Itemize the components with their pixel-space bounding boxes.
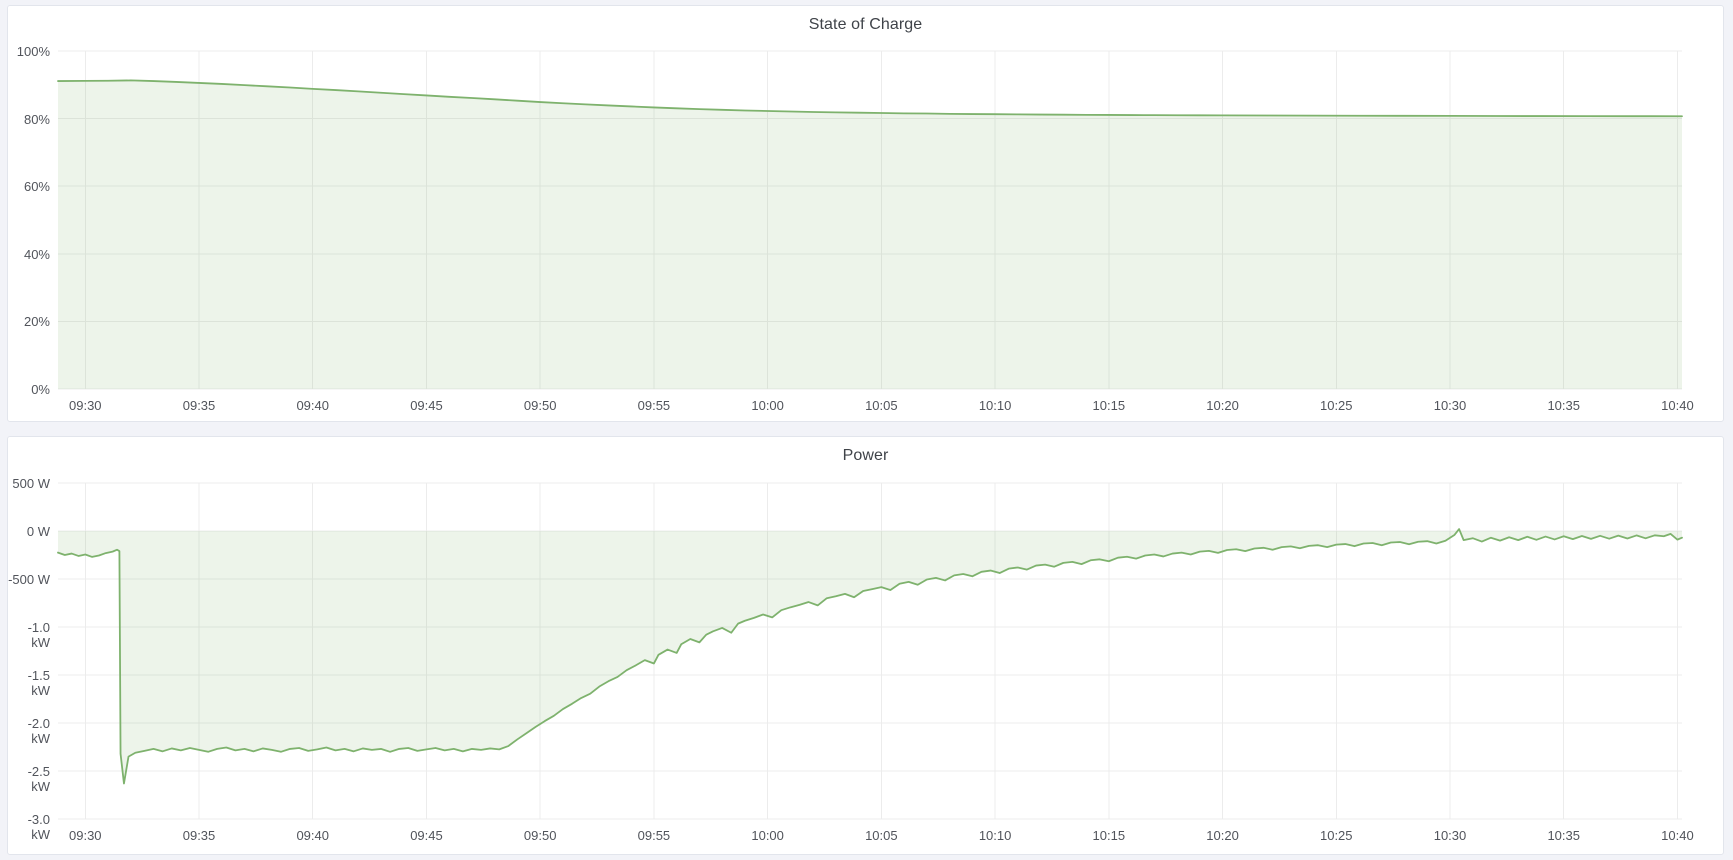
y-axis-tick-label: -2.0 kW	[8, 716, 50, 746]
x-axis-tick-label: 10:15	[1077, 398, 1141, 413]
panel-state-of-charge: State of Charge 100%80%60%40%20%0%09:300…	[7, 5, 1724, 422]
x-axis-tick-label: 09:45	[394, 828, 458, 843]
x-axis-tick-label: 09:40	[281, 398, 345, 413]
x-axis-tick-label: 09:50	[508, 828, 572, 843]
x-axis-tick-label: 10:40	[1645, 398, 1709, 413]
x-axis-tick-label: 10:05	[849, 828, 913, 843]
x-axis-tick-label: 10:25	[1304, 828, 1368, 843]
x-axis-tick-label: 09:35	[167, 398, 231, 413]
panel-power: Power 500 W0 W-500 W-1.0 kW-1.5 kW-2.0 k…	[7, 436, 1724, 855]
x-axis-tick-label: 10:20	[1191, 828, 1255, 843]
y-axis-tick-label: 100%	[8, 44, 50, 59]
chart-canvas	[8, 437, 1723, 854]
chart-canvas	[8, 6, 1723, 421]
y-axis-tick-label: 80%	[8, 112, 50, 127]
y-axis-tick-label: 20%	[8, 314, 50, 329]
y-axis-tick-label: -500 W	[8, 572, 50, 587]
x-axis-tick-label: 10:05	[849, 398, 913, 413]
x-axis-tick-label: 10:25	[1304, 398, 1368, 413]
x-axis-tick-label: 10:15	[1077, 828, 1141, 843]
x-axis-tick-label: 09:50	[508, 398, 572, 413]
x-axis-tick-label: 10:40	[1645, 828, 1709, 843]
series-area-fill	[58, 529, 1682, 783]
y-axis-tick-label: 0 W	[8, 524, 50, 539]
y-axis-tick-label: -3.0 kW	[8, 812, 50, 842]
x-axis-tick-label: 09:40	[281, 828, 345, 843]
y-axis-tick-label: 40%	[8, 247, 50, 262]
x-axis-tick-label: 09:35	[167, 828, 231, 843]
y-axis-tick-label: -1.0 kW	[8, 620, 50, 650]
x-axis-tick-label: 10:10	[963, 828, 1027, 843]
y-axis-tick-label: -2.5 kW	[8, 764, 50, 794]
x-axis-tick-label: 09:55	[622, 828, 686, 843]
y-axis-tick-label: -1.5 kW	[8, 668, 50, 698]
y-axis-tick-label: 0%	[8, 382, 50, 397]
y-axis-tick-label: 500 W	[8, 476, 50, 491]
x-axis-tick-label: 10:30	[1418, 398, 1482, 413]
x-axis-tick-label: 10:20	[1191, 398, 1255, 413]
x-axis-tick-label: 10:10	[963, 398, 1027, 413]
x-axis-tick-label: 09:30	[53, 828, 117, 843]
x-axis-tick-label: 09:55	[622, 398, 686, 413]
y-axis-tick-label: 60%	[8, 179, 50, 194]
x-axis-tick-label: 10:30	[1418, 828, 1482, 843]
x-axis-tick-label: 09:30	[53, 398, 117, 413]
series-area-fill	[58, 80, 1682, 389]
x-axis-tick-label: 09:45	[394, 398, 458, 413]
x-axis-tick-label: 10:35	[1532, 828, 1596, 843]
x-axis-tick-label: 10:35	[1532, 398, 1596, 413]
dashboard: State of Charge 100%80%60%40%20%0%09:300…	[0, 0, 1733, 860]
x-axis-tick-label: 10:00	[736, 828, 800, 843]
x-axis-tick-label: 10:00	[736, 398, 800, 413]
